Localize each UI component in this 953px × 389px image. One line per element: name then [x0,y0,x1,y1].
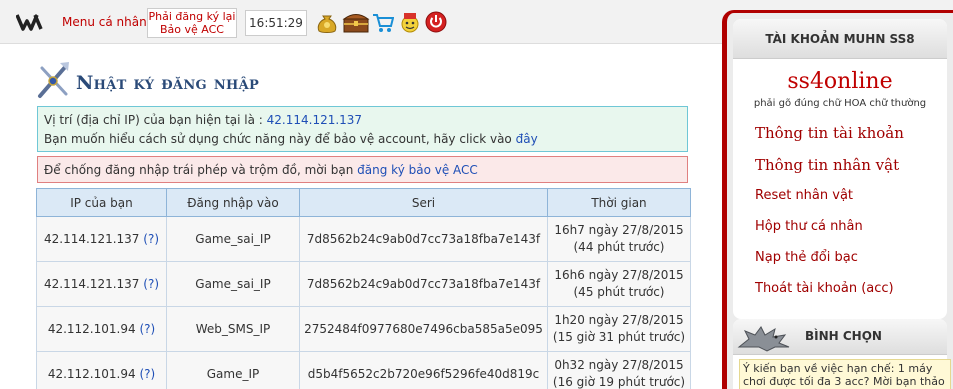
logo-w-icon[interactable] [16,12,46,32]
ip-lookup-link[interactable]: (?) [139,367,155,381]
column-header-seri: Seri [299,188,548,217]
column-header-time: Thời gian [547,188,691,217]
treasure-chest-icon[interactable] [342,10,370,34]
vote-question: Ý kiến bạn về việc hạn chế: 1 máy chơi đ… [739,359,951,389]
account-panel-header: TÀI KHOẢN MUHN SS8 [733,19,947,59]
account-sidebar: TÀI KHOẢN MUHN SS8 ss4online phải gõ đún… [722,10,953,389]
time-cell: 16h6 ngày 27/8/2015 (45 phút trước) [547,261,691,307]
time-cell: 1h20 ngày 27/8/2015 (15 giờ 31 phút trước… [547,306,691,352]
ip-text: 42.114.121.137 [44,276,140,291]
seri-cell: 7d8562b24c9ab0d7cc73a18fba7e143f [299,261,548,307]
ip-cell: 42.112.101.94 (?) [36,351,167,389]
column-header-login-to: Đăng nhập vào [166,188,300,217]
ip-text: 42.114.121.137 [44,231,140,246]
dragon-icon [737,326,790,352]
ip-lookup-link[interactable]: (?) [143,277,159,291]
time-ago-text: (15 giờ 31 phút trước) [552,330,686,344]
ip-info-box: Vị trí (địa chỉ IP) của bạn hiện tại là … [37,106,688,152]
money-bag-icon[interactable] [316,10,338,34]
gift-icon[interactable] [399,10,421,34]
login-target-cell: Game_sai_IP [166,261,300,307]
login-target-cell: Game_sai_IP [166,216,300,262]
table-row: 42.112.101.94 (?) Web_SMS_IP 2752484f097… [36,306,691,352]
current-ip-value: 42.114.121.137 [266,113,363,127]
help-link[interactable]: đây [516,132,538,146]
vote-panel-title: BÌNH CHỌN [805,329,882,343]
time-cell: 0h32 ngày 27/8/2015 (16 giờ 19 phút trước… [547,351,691,389]
time-ago-text: (45 phút trước) [573,285,665,299]
login-log-table: IP của bạn Đăng nhập vào Seri Thời gian … [36,188,691,389]
ip-lookup-link[interactable]: (?) [139,322,155,336]
power-icon[interactable] [425,10,447,34]
vote-panel: BÌNH CHỌN Ý kiến bạn về việc hạn chế: 1 … [733,319,951,389]
account-name: ss4online [787,69,893,94]
ip-cell: 42.112.101.94 (?) [36,306,167,352]
ip-cell: 42.114.121.137 (?) [36,216,167,262]
login-target-cell: Web_SMS_IP [166,306,300,352]
help-info-line: Bạn muốn hiểu cách sử dụng chức năng này… [44,130,681,149]
protection-alert-box: Để chống đăng nhập trái phép và trộm đồ,… [37,156,688,183]
warning-line-1: Phải đăng ký lại [148,10,236,23]
time-cell: 16h7 ngày 27/8/2015 (44 phút trước) [547,216,691,262]
register-protection-link[interactable]: đăng ký bảo vệ ACC [357,163,478,177]
account-panel: TÀI KHOẢN MUHN SS8 ss4online phải gõ đún… [733,19,947,319]
time-ago-text: (16 giờ 19 phút trước) [552,375,686,389]
ip-text: 42.112.101.94 [47,366,136,381]
re-register-protection-button[interactable]: Phải đăng ký lại Bảo vệ ACC [147,8,237,38]
time-text: 1h20 ngày 27/8/2015 [554,313,684,327]
sidebar-item-reset-character[interactable]: Reset nhân vật [755,188,853,203]
seri-cell: d5b4f5652c2b720e96f5296fe40d819c [299,351,548,389]
clock: 16:51:29 [245,10,307,36]
crossed-swords-icon [38,62,69,98]
page-title: Nhật ký đăng nhập [76,72,260,94]
sidebar-item-top-up[interactable]: Nạp thẻ đổi bạc [755,250,858,265]
warning-line-2: Bảo vệ ACC [160,23,224,36]
table-row: 42.114.121.137 (?) Game_sai_IP 7d8562b24… [36,261,691,307]
ip-cell: 42.114.121.137 (?) [36,261,167,307]
sidebar-item-account-info[interactable]: Thông tin tài khoản [755,124,904,142]
sidebar-item-mailbox[interactable]: Hộp thư cá nhân [755,219,863,234]
table-header-row: IP của bạn Đăng nhập vào Seri Thời gian [36,188,691,217]
sidebar-item-character-info[interactable]: Thông tin nhân vật [755,156,899,174]
ip-label: Vị trí (địa chỉ IP) của bạn hiện tại là … [44,113,267,127]
sidebar-item-logout[interactable]: Thoát tài khoản (acc) [755,281,894,296]
ip-text: 42.112.101.94 [47,321,136,336]
time-ago-text: (44 phút trước) [573,240,665,254]
shopping-cart-icon[interactable] [372,10,394,34]
help-text: Bạn muốn hiểu cách sử dụng chức năng này… [44,132,516,146]
time-text: 16h6 ngày 27/8/2015 [554,268,684,282]
seri-cell: 2752484f0977680e7496cba585a5e095 [299,306,548,352]
alert-text: Để chống đăng nhập trái phép và trộm đồ,… [44,163,358,177]
login-target-cell: Game_IP [166,351,300,389]
menu-personal-link[interactable]: Menu cá nhân [62,15,147,29]
time-text: 16h7 ngày 27/8/2015 [554,223,684,237]
seri-cell: 7d8562b24c9ab0d7cc73a18fba7e143f [299,216,548,262]
ip-info-line: Vị trí (địa chỉ IP) của bạn hiện tại là … [44,111,681,130]
column-header-ip: IP của bạn [36,188,167,217]
time-text: 0h32 ngày 27/8/2015 [554,358,684,372]
vote-panel-header: BÌNH CHỌN [733,319,947,355]
table-row: 42.114.121.137 (?) Game_sai_IP 7d8562b24… [36,216,691,262]
account-name-note: phải gõ đúng chữ HOA chữ thường [753,98,927,109]
table-row: 42.112.101.94 (?) Game_IP d5b4f5652c2b72… [36,351,691,389]
ip-lookup-link[interactable]: (?) [143,232,159,246]
